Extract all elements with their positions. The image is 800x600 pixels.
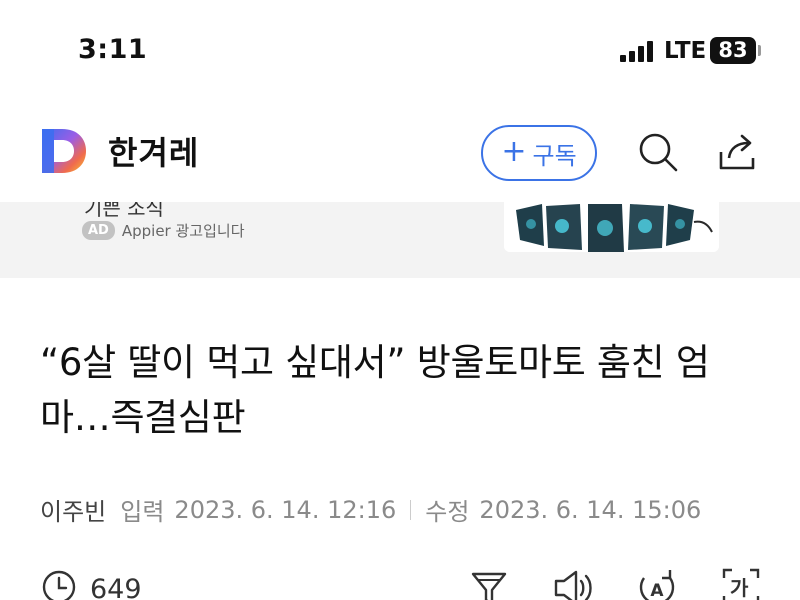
- font-size-icon[interactable]: 가: [720, 566, 762, 600]
- ad-banner[interactable]: 기쁜 소식 AD Appier 광고입니다: [0, 202, 800, 278]
- article-tools: 649 A 가: [0, 560, 800, 600]
- ad-title: 기쁜 소식: [84, 202, 164, 220]
- subscribe-button[interactable]: + 구독: [481, 125, 597, 181]
- views-counter: 649: [40, 568, 142, 600]
- author-name[interactable]: 이주빈: [40, 492, 106, 527]
- search-icon[interactable]: [636, 130, 680, 174]
- ad-badge: AD: [82, 221, 115, 240]
- modified-date: 2023. 6. 14. 15:06: [479, 495, 702, 524]
- svg-text:A: A: [650, 581, 664, 600]
- filter-icon[interactable]: [468, 566, 510, 600]
- status-bar: 3:11 LTE 83: [0, 0, 800, 100]
- published-date: 2023. 6. 14. 12:16: [174, 495, 397, 524]
- views-count: 649: [90, 573, 142, 600]
- network-label: LTE: [664, 38, 707, 64]
- published-label: 입력: [120, 498, 165, 526]
- byline-divider: [410, 499, 412, 520]
- signal-icon: [620, 40, 656, 62]
- plus-icon: +: [501, 133, 527, 169]
- publisher-name[interactable]: 한겨레: [108, 128, 199, 174]
- subscribe-label: 구독: [532, 141, 577, 170]
- app-header: 한겨레 + 구독: [0, 100, 800, 202]
- ad-source: Appier 광고입니다: [121, 222, 245, 240]
- d-logo-icon[interactable]: [40, 127, 88, 175]
- modified-label: 수정: [425, 498, 470, 526]
- article-headline: “6살 딸이 먹고 싶대서” 방울토마토 훔친 엄마…즉결심판: [40, 341, 710, 439]
- byline: 이주빈 입력 2023. 6. 14. 12:16 수정 2023. 6. 14…: [40, 492, 701, 527]
- status-time: 3:11: [78, 34, 148, 65]
- translate-icon[interactable]: A: [636, 566, 678, 600]
- font-size-label: 가: [730, 576, 749, 600]
- ad-image[interactable]: [504, 202, 719, 252]
- clock-icon: [40, 568, 78, 600]
- battery-icon: 83: [710, 37, 756, 64]
- battery-tip: [758, 45, 761, 56]
- speaker-icon[interactable]: [552, 566, 594, 600]
- share-icon[interactable]: [716, 130, 760, 174]
- ad-info-row: AD Appier 광고입니다: [82, 220, 245, 241]
